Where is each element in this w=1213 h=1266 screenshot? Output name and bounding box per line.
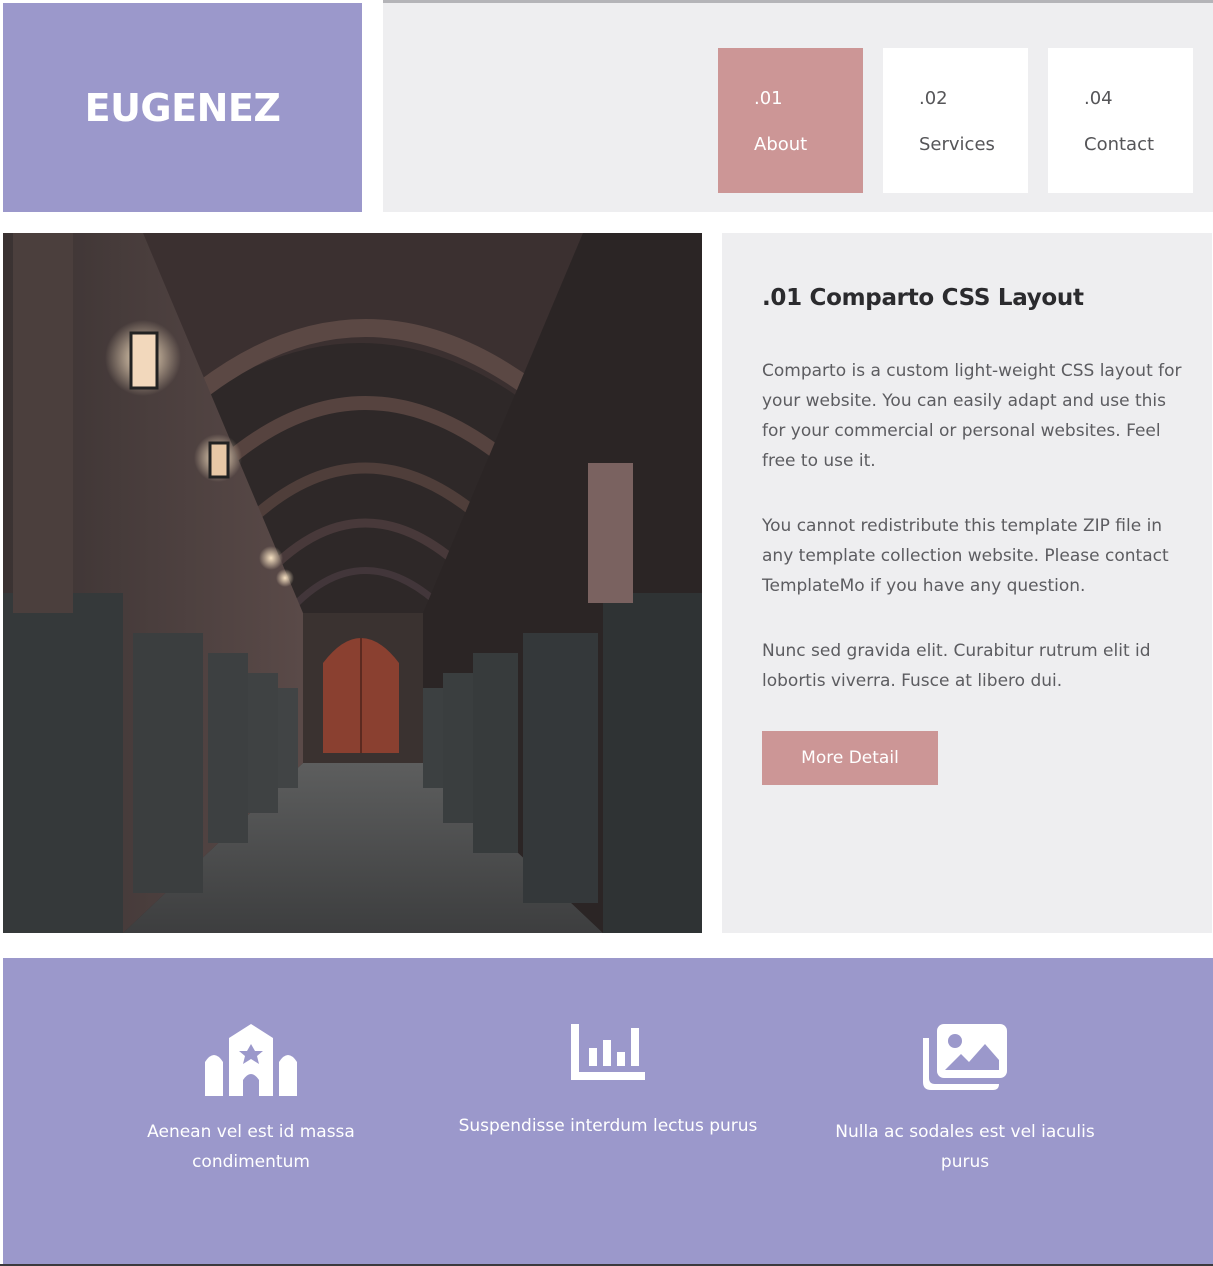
- feature-item: Suspendisse interdum lectus purus: [458, 1024, 758, 1141]
- nav-item-services[interactable]: .02 Services: [883, 48, 1028, 193]
- about-panel: .01 Comparto CSS Layout Comparto is a cu…: [722, 233, 1212, 933]
- nav-item-about[interactable]: .01 About: [718, 48, 863, 193]
- about-paragraph-2: You cannot redistribute this template ZI…: [762, 516, 1169, 596]
- more-detail-button[interactable]: More Detail: [762, 731, 938, 785]
- about-paragraph-3: Nunc sed gravida elit. Curabitur rutrum …: [762, 641, 1151, 691]
- corridor-photo: [3, 233, 702, 933]
- nav-item-number: .04: [1084, 88, 1113, 109]
- logo[interactable]: EUGENEZ: [3, 3, 362, 212]
- feature-item: Nulla ac sodales est vel iaculis purus: [815, 1024, 1115, 1177]
- feature-text: Nulla ac sodales est vel iaculis purus: [835, 1122, 1095, 1172]
- nav-item-number: .01: [754, 88, 783, 109]
- about-paragraph-1: Comparto is a custom light-weight CSS la…: [762, 361, 1182, 471]
- feature-text: Aenean vel est id massa condimentum: [147, 1122, 355, 1172]
- features-section: Aenean vel est id massa condimentum Susp…: [3, 958, 1213, 1264]
- main-nav: .01 About .02 Services .04 Contact: [383, 3, 1213, 212]
- logo-text: EUGENEZ: [84, 85, 281, 130]
- nav-item-contact[interactable]: .04 Contact: [1048, 48, 1193, 193]
- nav-item-label: Contact: [1084, 134, 1155, 155]
- hero-image: [3, 233, 702, 933]
- about-title: .01 Comparto CSS Layout: [762, 285, 1084, 311]
- feature-text: Suspendisse interdum lectus purus: [458, 1116, 758, 1136]
- nav-item-label: Services: [919, 134, 995, 155]
- page: EUGENEZ .01 About .02 Services .04 Conta…: [0, 0, 1213, 1266]
- nav-item-number: .02: [919, 88, 948, 109]
- synagogue-icon: [205, 1024, 297, 1096]
- images-icon: [923, 1024, 1007, 1090]
- chart-bar-icon: [571, 1024, 645, 1080]
- nav-item-label: About: [754, 134, 808, 155]
- feature-item: Aenean vel est id massa condimentum: [101, 1024, 401, 1177]
